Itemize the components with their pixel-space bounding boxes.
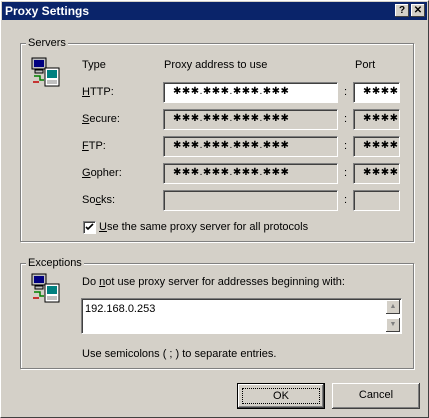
http-colon: : — [344, 86, 348, 98]
secure-address-input[interactable]: ✱✱✱.✱✱✱.✱✱✱.✱✱✱ — [163, 109, 338, 130]
proxy-settings-dialog: Proxy Settings ? ✕ Servers Type Proxy ad… — [0, 0, 429, 418]
secure-colon: : — [344, 113, 348, 125]
exceptions-legend: Exceptions — [26, 257, 84, 269]
ftp-colon: : — [344, 140, 348, 152]
ok-button[interactable]: OK — [237, 383, 325, 409]
title-bar[interactable]: Proxy Settings ? ✕ — [2, 2, 427, 20]
network-computers-icon — [30, 272, 62, 304]
focus-rectangle — [242, 388, 320, 404]
window-title: Proxy Settings — [5, 4, 90, 18]
secure-port-input[interactable]: ✱✱✱✱ — [353, 109, 400, 130]
ftp-label: FTP: — [82, 140, 106, 152]
socks-port-input[interactable] — [353, 190, 400, 211]
servers-legend: Servers — [26, 37, 68, 49]
checkmark-icon — [85, 223, 94, 231]
same-proxy-checkbox[interactable] — [83, 221, 96, 234]
http-address-input[interactable]: ✱✱✱.✱✱✱.✱✱✱.✱✱✱ — [163, 82, 338, 103]
close-button[interactable]: ✕ — [411, 4, 425, 17]
scroll-down-button[interactable]: ▼ — [386, 318, 400, 332]
gopher-address-input[interactable]: ✱✱✱.✱✱✱.✱✱✱.✱✱✱ — [163, 163, 338, 184]
gopher-port-input[interactable]: ✱✱✱✱ — [353, 163, 400, 184]
socks-address-input[interactable] — [163, 190, 338, 211]
help-button[interactable]: ? — [395, 4, 409, 17]
exceptions-prompt: Do not use proxy server for addresses be… — [82, 276, 345, 288]
ftp-address-input[interactable]: ✱✱✱.✱✱✱.✱✱✱.✱✱✱ — [163, 136, 338, 157]
same-proxy-label[interactable]: Use the same proxy server for all protoc… — [99, 221, 308, 234]
network-computers-icon — [30, 56, 62, 88]
socks-colon: : — [344, 194, 348, 206]
cancel-button[interactable]: Cancel — [332, 383, 420, 409]
gopher-label: Gopher: — [82, 167, 122, 179]
socks-label: Socks: — [82, 194, 116, 206]
secure-label: Secure: — [82, 113, 120, 125]
scroll-up-button[interactable]: ▲ — [386, 300, 400, 314]
exceptions-value: 192.168.0.253 — [85, 303, 156, 315]
close-icon: ✕ — [413, 5, 423, 16]
gopher-colon: : — [344, 167, 348, 179]
http-label: HTTP: — [82, 86, 114, 98]
exceptions-textarea[interactable]: 192.168.0.253 ▲ ▼ — [81, 298, 402, 334]
http-port-input[interactable]: ✱✱✱✱ — [353, 82, 400, 103]
column-address-header: Proxy address to use — [164, 59, 268, 71]
column-type-header: Type — [82, 59, 106, 71]
exceptions-hint: Use semicolons ( ; ) to separate entries… — [82, 348, 277, 360]
column-port-header: Port — [355, 59, 376, 71]
ftp-port-input[interactable]: ✱✱✱✱ — [353, 136, 400, 157]
help-icon: ? — [398, 5, 406, 16]
